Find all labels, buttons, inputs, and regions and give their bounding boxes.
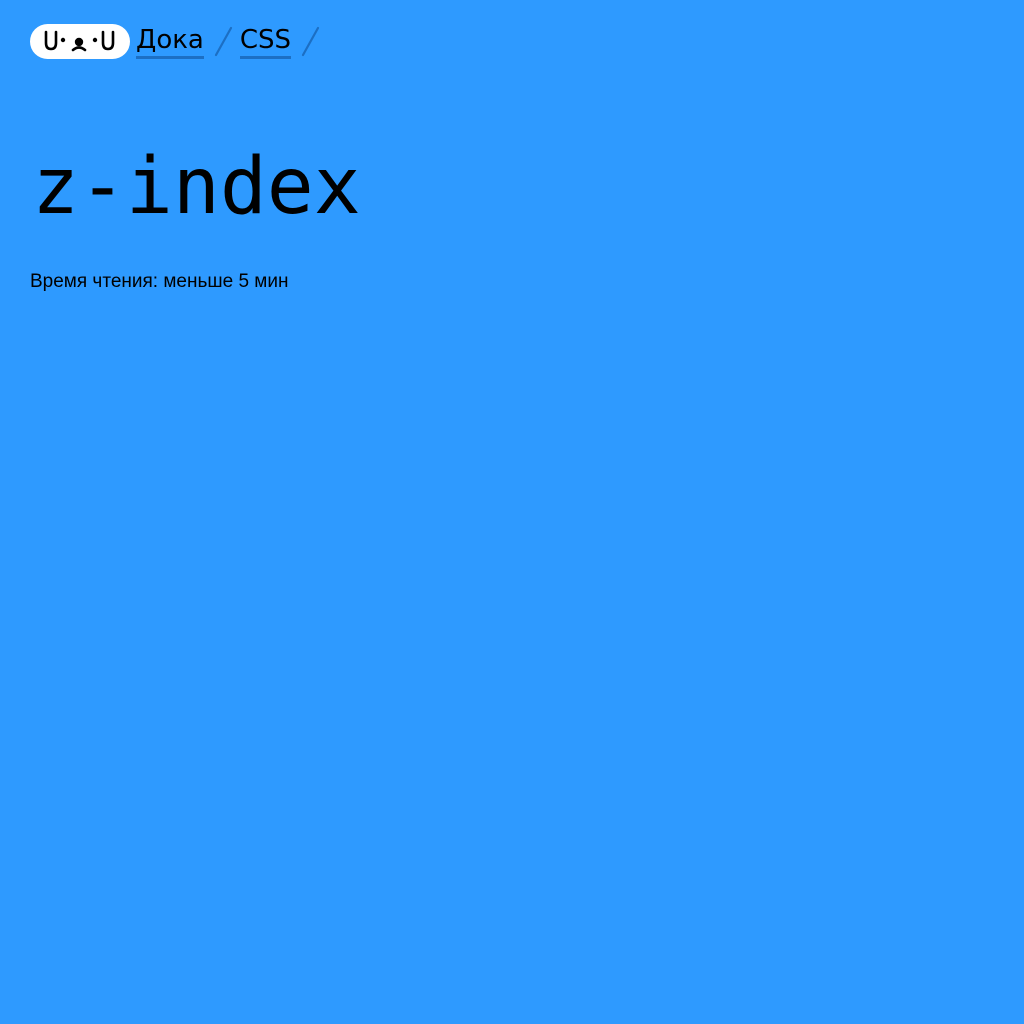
breadcrumb-css-link[interactable]: CSS — [239, 24, 292, 59]
reading-time: Время чтения: меньше 5 мин — [30, 271, 289, 292]
site-header: Дока CSS — [30, 22, 327, 60]
breadcrumb-separator-icon — [299, 24, 321, 58]
breadcrumb-doka-link[interactable]: Дока — [136, 24, 204, 59]
page-title: z-index — [32, 142, 361, 232]
site-logo[interactable] — [30, 23, 130, 59]
breadcrumb-separator-icon — [212, 24, 234, 58]
logo-face-icon — [44, 30, 115, 52]
